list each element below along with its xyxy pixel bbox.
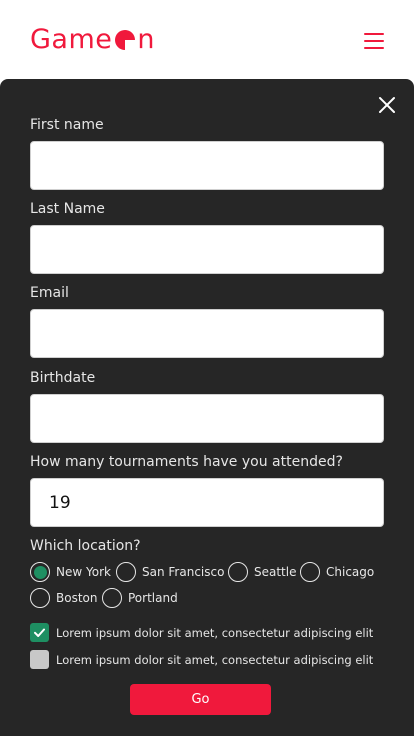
location-radio-san-francisco[interactable]: San Francisco (116, 562, 224, 582)
last-name-field[interactable] (30, 225, 384, 274)
location-radio-new-york[interactable]: New York (30, 562, 111, 582)
tournaments-label: How many tournaments have you attended? (30, 454, 343, 470)
tournaments-count-field[interactable] (30, 478, 384, 527)
email-field[interactable] (30, 309, 384, 358)
checkbox-checked-icon (30, 623, 49, 642)
location-radio-chicago[interactable]: Chicago (300, 562, 374, 582)
radio-label: Seattle (254, 565, 297, 579)
radio-label: Boston (56, 591, 98, 605)
consent-checkbox-1[interactable]: Lorem ipsum dolor sit amet, consectetur … (30, 623, 373, 642)
location-radio-boston[interactable]: Boston (30, 588, 97, 608)
logo-pacman-icon (115, 30, 136, 50)
location-radio-portland[interactable]: Portland (102, 588, 178, 608)
radio-unselected-icon (30, 588, 50, 608)
email-label: Email (30, 285, 69, 301)
radio-unselected-icon (228, 562, 248, 582)
radio-unselected-icon (116, 562, 136, 582)
close-icon[interactable] (378, 96, 396, 114)
radio-selected-icon (30, 562, 50, 582)
radio-label: New York (56, 565, 111, 579)
app-header: Game n (0, 0, 414, 80)
logo-text-prefix: Game (30, 24, 113, 55)
logo-text-suffix: n (137, 24, 156, 55)
radio-unselected-icon (300, 562, 320, 582)
gameon-logo[interactable]: Game n (30, 24, 155, 56)
checkbox-unchecked-icon (30, 650, 49, 669)
hamburger-menu-icon[interactable] (364, 31, 384, 51)
location-label: Which location? (30, 538, 141, 554)
first-name-field[interactable] (30, 141, 384, 190)
radio-label: Chicago (326, 565, 375, 579)
last-name-label: Last Name (30, 201, 105, 217)
first-name-label: First name (30, 117, 104, 133)
checkbox-label: Lorem ipsum dolor sit amet, consectetur … (56, 625, 374, 640)
birthdate-field[interactable] (30, 394, 384, 443)
go-button[interactable]: Go (130, 684, 271, 715)
radio-label: San Francisco (142, 565, 225, 579)
checkbox-label: Lorem ipsum dolor sit amet, consectetur … (56, 652, 374, 667)
location-radio-seattle[interactable]: Seattle (228, 562, 296, 582)
radio-label: Portland (128, 591, 178, 605)
birthdate-label: Birthdate (30, 370, 96, 386)
radio-unselected-icon (102, 588, 122, 608)
checkmark-icon (34, 628, 45, 637)
consent-checkbox-2[interactable]: Lorem ipsum dolor sit amet, consectetur … (30, 650, 373, 669)
